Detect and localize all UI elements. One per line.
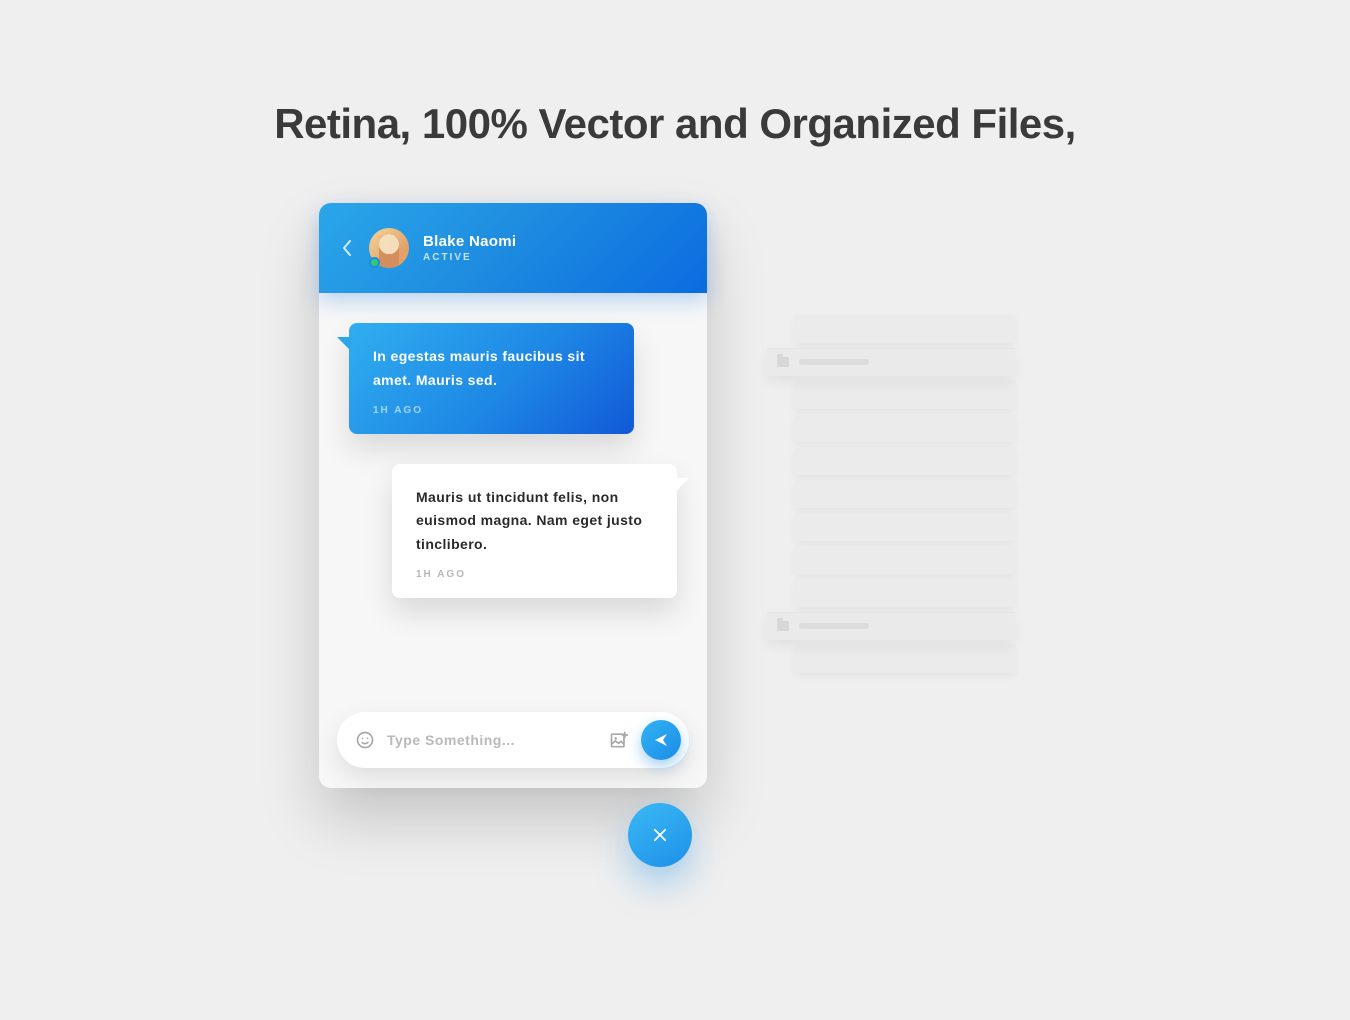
close-icon <box>651 826 669 844</box>
chat-card: Blake Naomi ACTIVE In egestas mauris fau… <box>319 203 707 788</box>
status-dot-icon <box>369 257 380 268</box>
layer-row[interactable] <box>795 546 1015 574</box>
layer-group-header[interactable] <box>767 612 1015 640</box>
avatar[interactable] <box>369 228 409 268</box>
message-text: In egestas mauris faucibus sit amet. Mau… <box>373 345 610 393</box>
user-name: Blake Naomi <box>423 233 516 250</box>
chat-body: In egestas mauris faucibus sit amet. Mau… <box>319 293 707 712</box>
folder-icon <box>777 621 789 631</box>
layer-row[interactable] <box>795 480 1015 508</box>
layer-row[interactable] <box>795 414 1015 442</box>
layer-row[interactable] <box>795 645 1015 673</box>
chevron-left-icon <box>342 240 352 256</box>
user-status: ACTIVE <box>423 252 516 263</box>
layer-row[interactable] <box>795 579 1015 607</box>
layer-label-placeholder <box>799 623 869 629</box>
folder-icon <box>777 357 789 367</box>
layer-row[interactable] <box>795 447 1015 475</box>
message-text: Mauris ut tincidunt felis, non euismod m… <box>416 486 653 557</box>
emoji-icon[interactable] <box>355 730 375 750</box>
message-incoming: In egestas mauris faucibus sit amet. Mau… <box>349 323 634 434</box>
message-outgoing: Mauris ut tincidunt felis, non euismod m… <box>392 464 677 598</box>
send-button[interactable] <box>641 720 681 760</box>
back-button[interactable] <box>339 240 355 256</box>
layers-panel <box>795 315 1015 678</box>
message-input[interactable] <box>387 732 597 748</box>
close-button[interactable] <box>628 803 692 867</box>
layer-row[interactable] <box>795 381 1015 409</box>
chat-header: Blake Naomi ACTIVE <box>319 203 707 293</box>
layer-row[interactable] <box>795 315 1015 343</box>
composer <box>337 712 689 768</box>
page-title: Retina, 100% Vector and Organized Files, <box>274 100 1076 148</box>
message-time: 1H AGO <box>416 569 653 580</box>
layer-group-header[interactable] <box>767 348 1015 376</box>
layer-row[interactable] <box>795 513 1015 541</box>
layer-label-placeholder <box>799 359 869 365</box>
add-image-icon[interactable] <box>609 730 629 750</box>
message-time: 1H AGO <box>373 405 610 416</box>
send-icon <box>653 732 669 748</box>
